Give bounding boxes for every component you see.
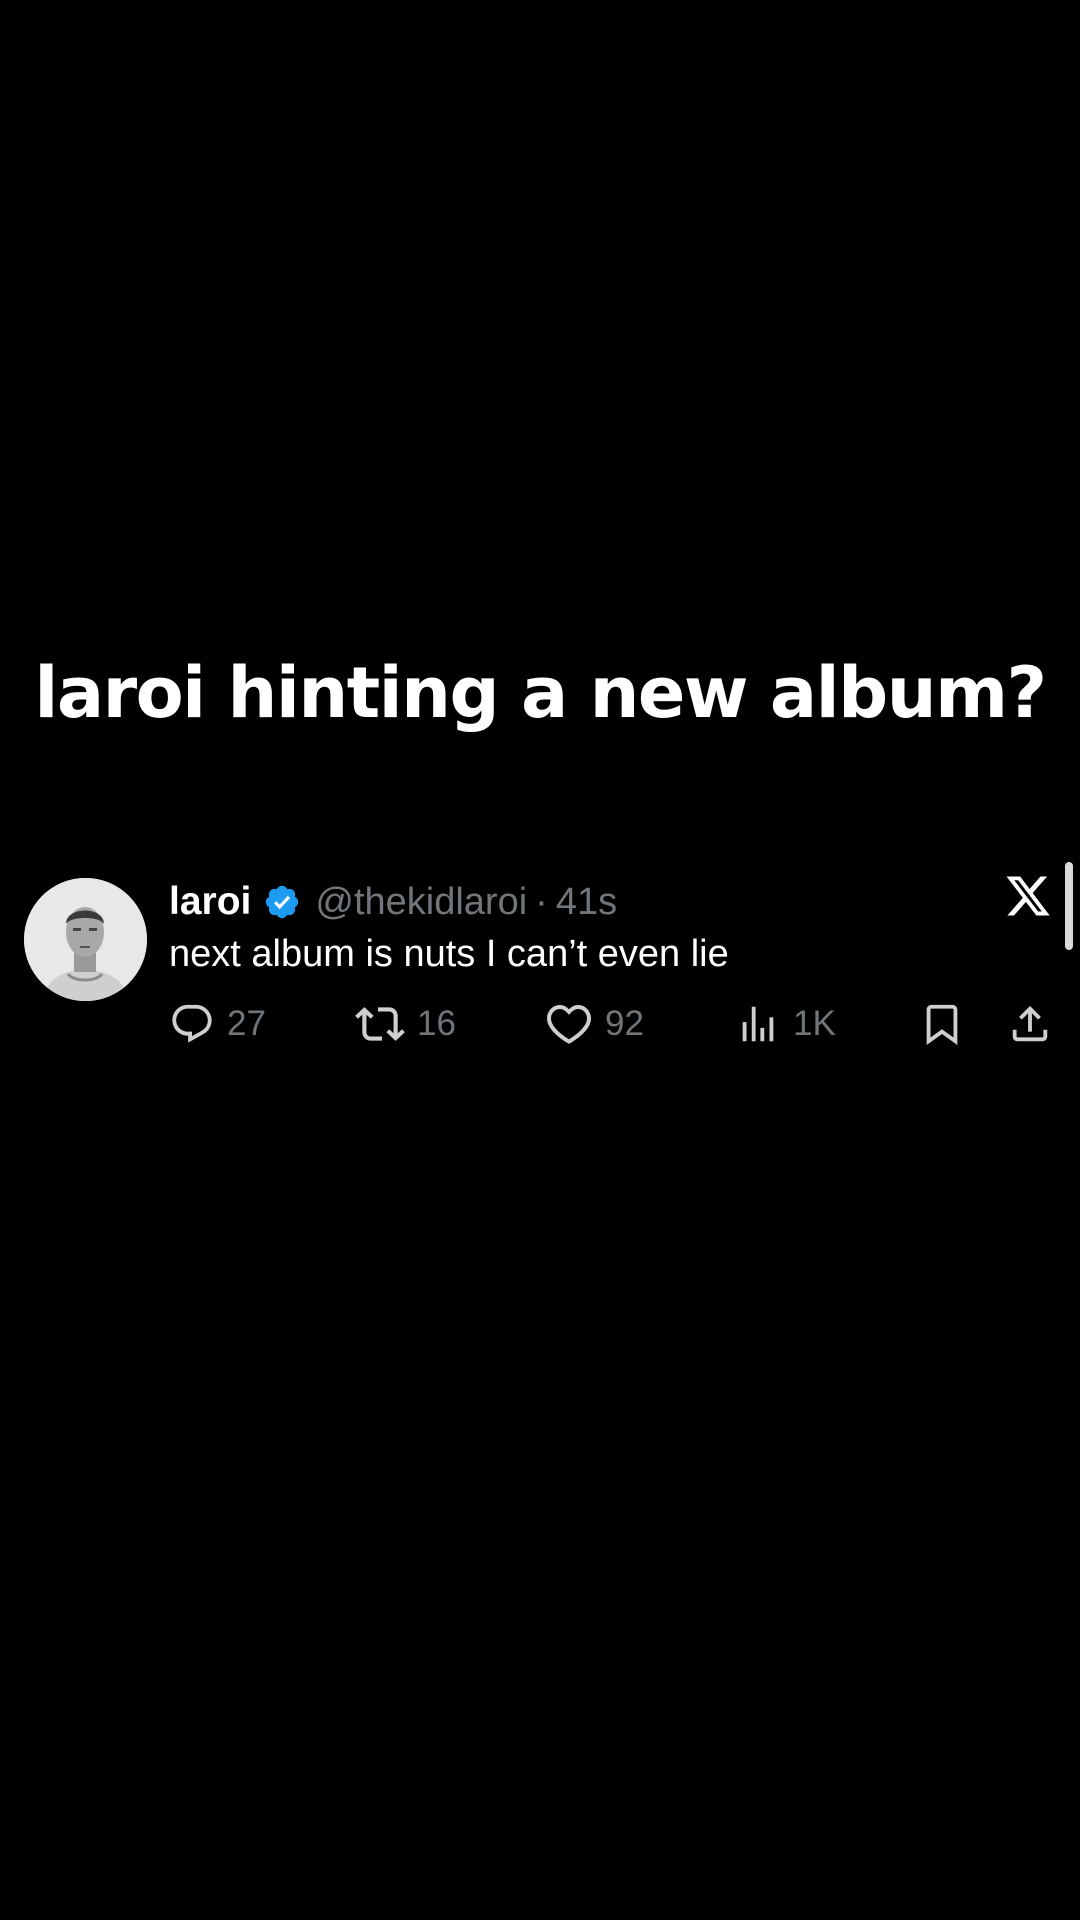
avatar[interactable]: [24, 878, 147, 1001]
views-count: 1K: [793, 1004, 836, 1043]
bookmark-button[interactable]: [919, 994, 965, 1054]
repost-icon: [355, 999, 405, 1049]
heart-icon: [545, 1000, 593, 1048]
timestamp[interactable]: 41s: [556, 881, 617, 924]
display-name[interactable]: laroi: [169, 880, 251, 924]
views-chart-icon: [735, 1001, 781, 1047]
verified-badge-icon: [263, 883, 301, 921]
share-button[interactable]: [1007, 994, 1053, 1054]
bookmark-icon: [919, 1001, 965, 1047]
tweet-header: laroi @thekidlaroi · 41s: [169, 874, 617, 930]
tweet-card[interactable]: laroi @thekidlaroi · 41s next album is n…: [0, 862, 1080, 1062]
repost-button[interactable]: 16: [355, 994, 456, 1054]
like-count: 92: [605, 1004, 644, 1043]
share-upload-icon: [1007, 1001, 1053, 1047]
tweet-text: next album is nuts I can’t even lie: [169, 933, 729, 975]
scrollbar[interactable]: [1065, 862, 1073, 950]
like-button[interactable]: 92: [545, 994, 644, 1054]
reply-icon: [169, 1001, 215, 1047]
reply-count: 27: [227, 1004, 266, 1043]
x-logo-icon: [1004, 872, 1052, 920]
repost-count: 16: [417, 1004, 456, 1043]
user-handle[interactable]: @thekidlaroi: [315, 881, 527, 924]
separator-dot: ·: [535, 880, 548, 923]
tweet-actions: 27 16 92 1K: [169, 994, 1049, 1054]
video-caption: laroi hinting a new album?: [34, 652, 1047, 734]
views-button[interactable]: 1K: [735, 994, 836, 1054]
reply-button[interactable]: 27: [169, 994, 266, 1054]
